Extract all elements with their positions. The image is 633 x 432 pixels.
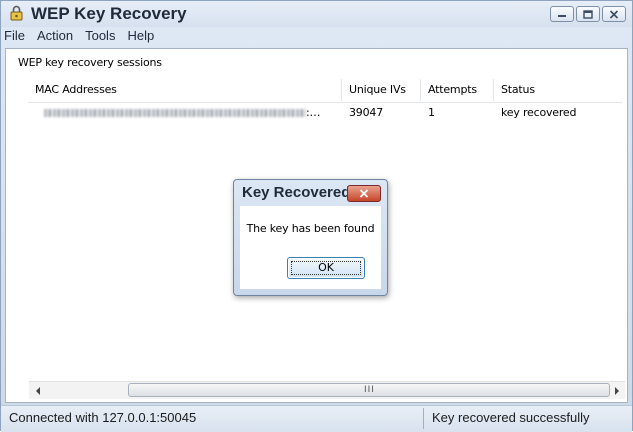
sessions-group-label: WEP key recovery sessions	[18, 56, 162, 69]
cell-mac-address: :…	[36, 103, 344, 123]
status-divider	[423, 408, 424, 429]
horizontal-scrollbar[interactable]: III	[29, 381, 625, 399]
title-bar[interactable]: WEP Key Recovery	[1, 1, 632, 27]
close-button[interactable]	[602, 6, 626, 22]
cell-status: key recovered	[501, 106, 577, 119]
cell-attempts: 1	[428, 106, 435, 119]
recovery-status: Key recovered successfully	[432, 410, 590, 425]
key-recovered-dialog: Key Recovered The key has been found OK	[233, 179, 388, 296]
column-status[interactable]: Status	[494, 79, 622, 101]
scroll-left-icon	[35, 386, 40, 395]
status-bar: Connected with 127.0.0.1:50045 Key recov…	[1, 405, 632, 432]
menu-action[interactable]: Action	[37, 27, 73, 47]
dialog-message: The key has been found	[246, 222, 375, 235]
mac-suffix: :…	[306, 106, 321, 119]
main-window: WEP Key Recovery File Action Tools Help …	[0, 0, 633, 432]
column-mac-addresses[interactable]: MAC Addresses	[28, 79, 342, 101]
minimize-button[interactable]	[550, 6, 574, 22]
cell-unique-ivs: 39047	[349, 106, 383, 119]
dialog-close-button[interactable]	[347, 185, 381, 202]
menu-tools[interactable]: Tools	[85, 27, 115, 47]
scroll-right-button[interactable]	[608, 382, 625, 399]
column-unique-ivs[interactable]: Unique IVs	[342, 79, 421, 101]
close-icon	[609, 9, 619, 19]
lock-key-icon	[10, 5, 23, 21]
menu-bar: File Action Tools Help	[1, 27, 633, 47]
scroll-left-button[interactable]	[29, 382, 46, 399]
close-icon	[359, 189, 369, 198]
scroll-thumb[interactable]: III	[128, 383, 610, 397]
window-controls	[550, 6, 626, 22]
scroll-right-icon	[614, 386, 619, 395]
redacted-mac-address	[44, 109, 306, 117]
window-title: WEP Key Recovery	[31, 4, 187, 23]
table-row[interactable]: :… 39047 1 key recovered	[28, 103, 622, 123]
column-attempts[interactable]: Attempts	[421, 79, 494, 101]
dialog-body: The key has been found OK	[240, 206, 381, 289]
list-header: MAC Addresses Unique IVs Attempts Status	[28, 79, 622, 103]
ok-button[interactable]: OK	[287, 257, 365, 279]
dialog-title: Key Recovered	[242, 184, 351, 201]
menu-file[interactable]: File	[4, 27, 25, 47]
scroll-grip: III	[364, 385, 375, 395]
connection-status: Connected with 127.0.0.1:50045	[9, 410, 197, 425]
focus-ring	[291, 261, 361, 275]
minimize-icon	[558, 15, 566, 17]
maximize-icon	[583, 9, 593, 19]
menu-help[interactable]: Help	[127, 27, 154, 47]
maximize-button[interactable]	[576, 6, 600, 22]
